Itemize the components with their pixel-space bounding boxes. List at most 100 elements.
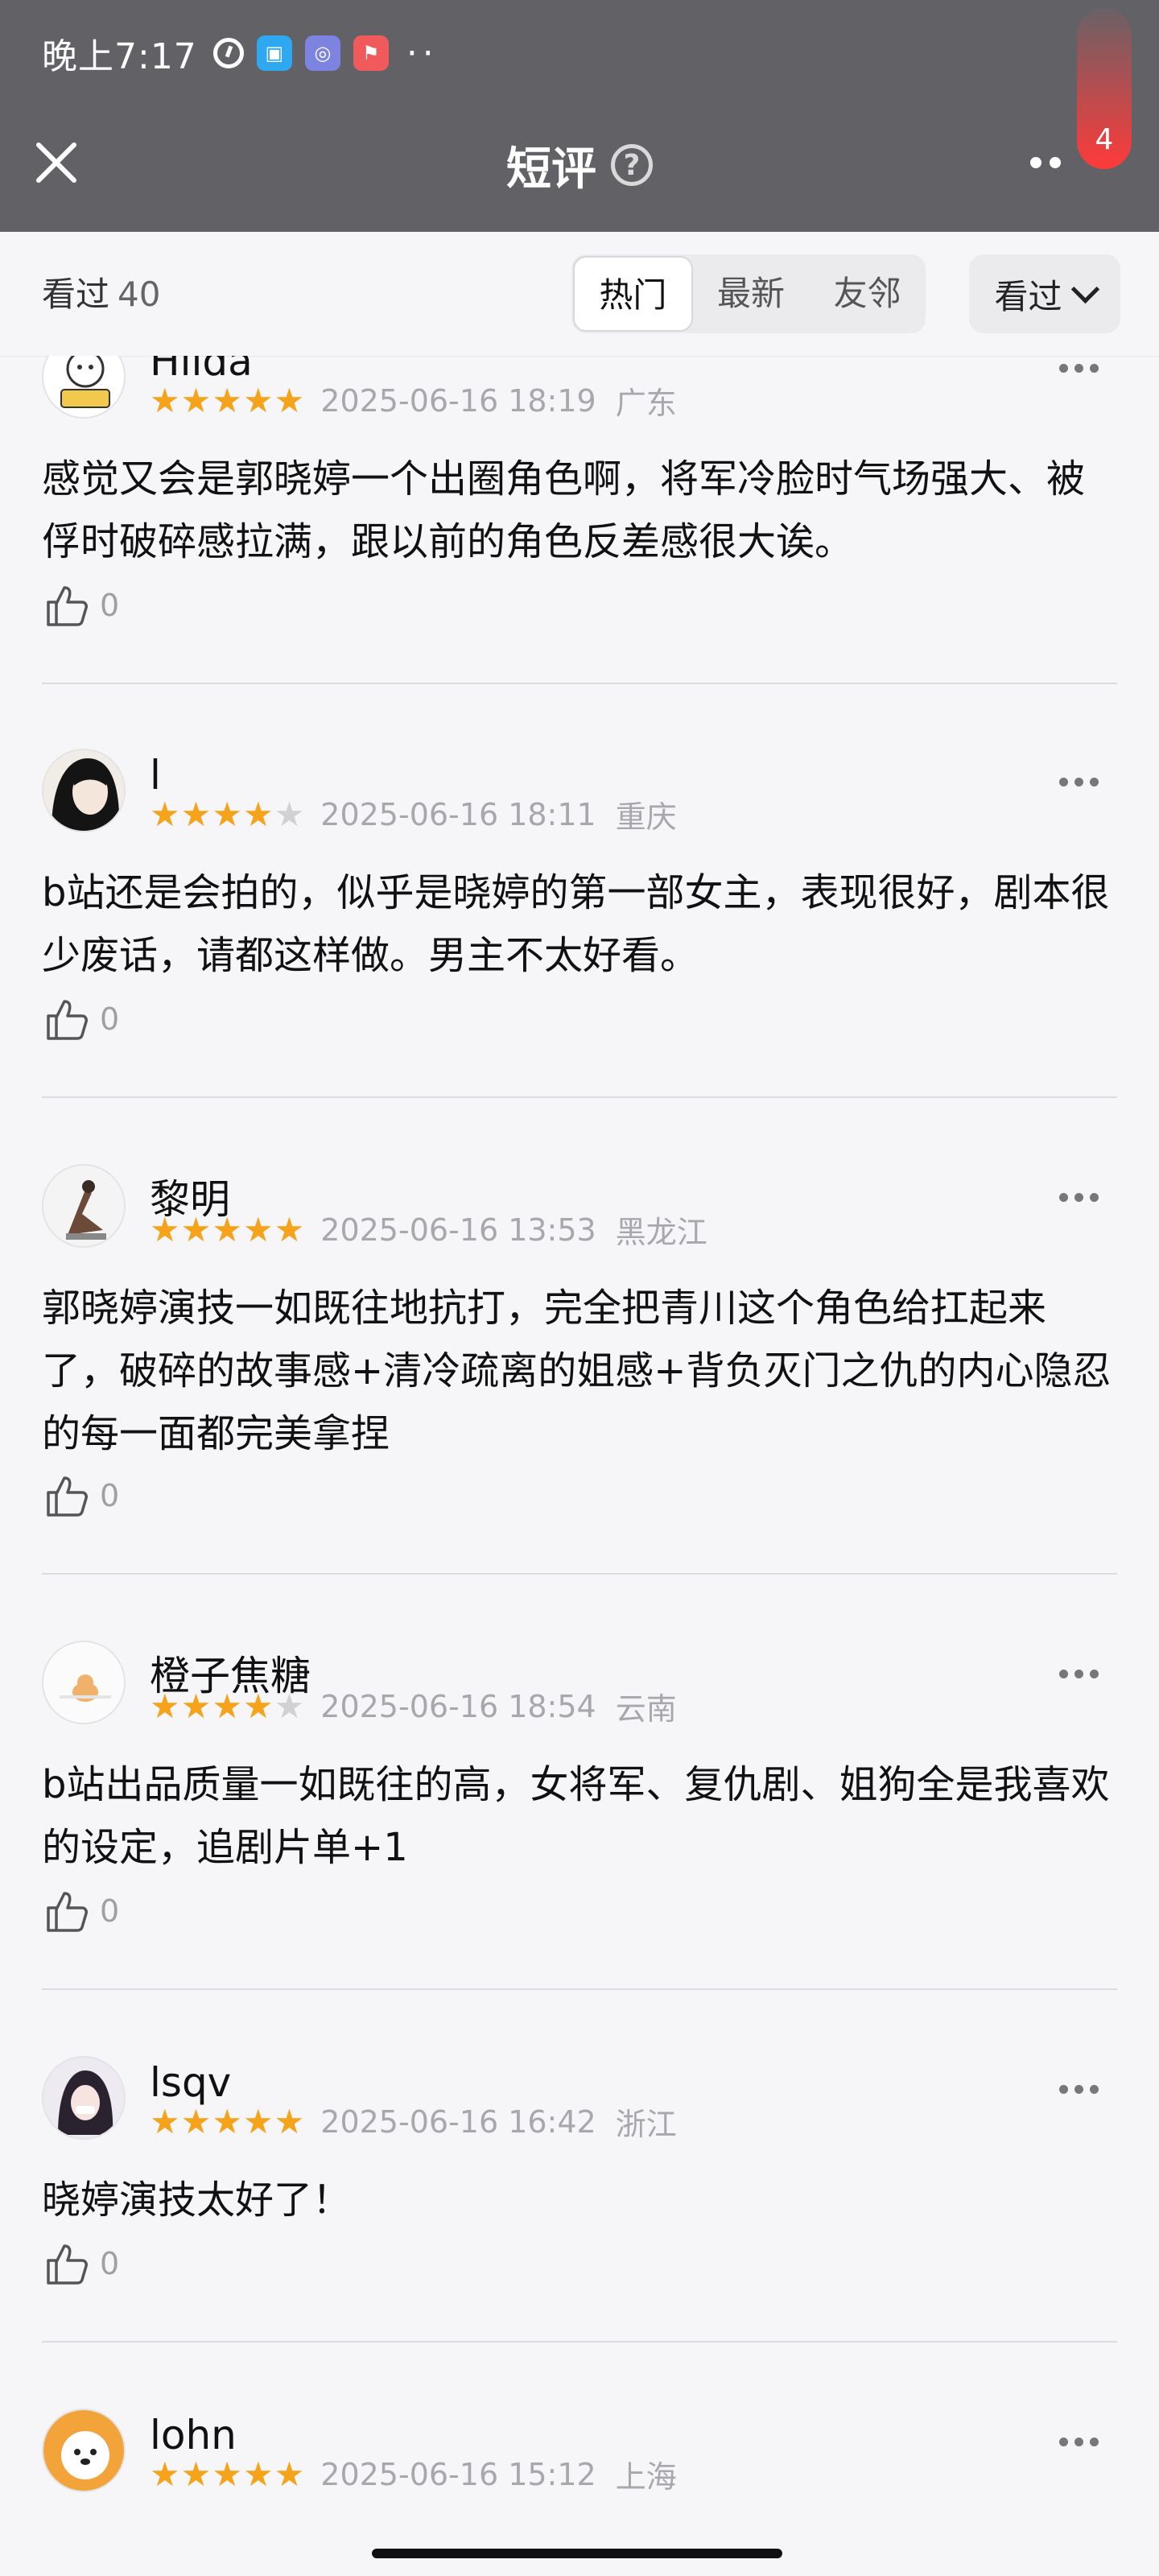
rating-stars: ★ ★ ★ ★ ★ bbox=[150, 1686, 305, 1726]
thumbs-up-icon bbox=[47, 2244, 88, 2285]
like-count: 0 bbox=[100, 1893, 120, 1929]
star-filled-icon: ★ bbox=[212, 1209, 242, 1249]
like-count: 0 bbox=[100, 588, 120, 623]
star-filled-icon: ★ bbox=[150, 2454, 180, 2494]
divider bbox=[42, 683, 1117, 684]
star-filled-icon: ★ bbox=[212, 794, 242, 834]
avatar[interactable] bbox=[42, 749, 126, 832]
like-button[interactable]: 0 bbox=[42, 1472, 119, 1520]
star-filled-icon: ★ bbox=[242, 1686, 274, 1726]
star-filled-icon: ★ bbox=[150, 2101, 180, 2141]
tab-hot[interactable]: 热门 bbox=[573, 256, 693, 332]
review-region: 上海 bbox=[615, 2459, 677, 2495]
avatar[interactable] bbox=[42, 1164, 126, 1248]
star-filled-icon: ★ bbox=[212, 1686, 242, 1726]
tab-friends[interactable]: 友邻 bbox=[809, 256, 926, 332]
tab-latest[interactable]: 最新 bbox=[693, 256, 810, 332]
star-filled-icon: ★ bbox=[180, 1209, 212, 1249]
alarm-icon bbox=[212, 38, 244, 68]
rating-stars: ★ ★ ★ ★ ★ bbox=[150, 380, 305, 420]
review-region: 浙江 bbox=[615, 2107, 677, 2142]
star-filled-icon: ★ bbox=[150, 794, 180, 834]
avatar-puppy-image bbox=[43, 2410, 124, 2491]
review-content: b站出品质量一如既往的高，女将军、复仇剧、姐狗全是我喜欢的设定，追剧片单+1 bbox=[42, 1762, 1110, 1870]
like-button[interactable]: 0 bbox=[42, 581, 119, 630]
star-filled-icon: ★ bbox=[180, 380, 212, 420]
star-filled-icon: ★ bbox=[150, 1209, 180, 1249]
star-filled-icon: ★ bbox=[242, 1209, 274, 1249]
star-filled-icon: ★ bbox=[180, 2454, 212, 2494]
rating-stars: ★ ★ ★ ★ ★ bbox=[150, 1209, 304, 1249]
flag-app-icon: ⚑ bbox=[353, 35, 389, 71]
review-more-button[interactable] bbox=[1059, 2429, 1107, 2454]
filter-bar: 看过 40 热门 最新 友邻 看过 bbox=[0, 232, 1159, 357]
seen-dropdown-label: 看过 bbox=[994, 276, 1062, 316]
star-empty-icon: ★ bbox=[274, 1686, 305, 1726]
star-filled-icon: ★ bbox=[150, 1686, 180, 1726]
star-filled-icon: ★ bbox=[242, 380, 274, 420]
avatar-cartoon-image bbox=[43, 356, 124, 417]
rating-stars: ★ ★ ★ ★ ★ bbox=[150, 794, 304, 834]
star-filled-icon: ★ bbox=[212, 2101, 242, 2141]
rating-stars: ★ ★ ★ ★ ★ bbox=[150, 2101, 305, 2141]
like-button[interactable]: 0 bbox=[42, 995, 119, 1043]
divider bbox=[42, 1988, 1117, 1990]
review-more-button[interactable] bbox=[1059, 770, 1107, 794]
review-region: 重庆 bbox=[615, 799, 677, 835]
seen-count-number: 40 bbox=[118, 275, 161, 314]
home-indicator[interactable] bbox=[372, 2549, 782, 2558]
status-bar: 晚上7:17 ▣ ◎ ⚑ ·· bbox=[42, 29, 439, 78]
avatar-figure-image bbox=[43, 1166, 124, 1246]
review-more-button[interactable] bbox=[1059, 1185, 1107, 1209]
avatar-girl-image bbox=[43, 2058, 124, 2138]
divider bbox=[42, 1573, 1117, 1575]
review-more-button[interactable] bbox=[1059, 2077, 1107, 2101]
like-button[interactable]: 0 bbox=[42, 2240, 119, 2288]
top-bar: 晚上7:17 ▣ ◎ ⚑ ·· 短评 ? 4 bbox=[0, 0, 1159, 232]
thumbs-up-icon bbox=[47, 586, 88, 626]
avatar[interactable] bbox=[42, 2056, 126, 2140]
avatar-portrait-image bbox=[43, 750, 124, 831]
like-count: 0 bbox=[100, 1478, 120, 1513]
sort-segmented-control: 热门 最新 友邻 bbox=[571, 254, 926, 333]
avatar[interactable] bbox=[42, 1641, 126, 1724]
review-datetime: 2025-06-16 18:11 bbox=[320, 796, 596, 832]
review-content: b站还是会拍的，似乎是晓婷的第一部女主，表现很好，剧本很少废话，请都这样做。男主… bbox=[42, 870, 1110, 978]
review-datetime: 2025-06-16 18:54 bbox=[320, 1688, 596, 1724]
star-filled-icon: ★ bbox=[242, 2101, 274, 2141]
like-button[interactable]: 0 bbox=[42, 1887, 119, 1935]
review-region: 黑龙江 bbox=[615, 1215, 707, 1250]
star-filled-icon: ★ bbox=[212, 380, 242, 420]
review-datetime: 2025-06-16 13:53 bbox=[320, 1212, 596, 1248]
review-region: 云南 bbox=[615, 1691, 677, 1727]
star-filled-icon: ★ bbox=[242, 2454, 274, 2494]
review-content: 感觉又会是郭晓婷一个出圈角色啊，将军冷脸时气场强大、被俘时破碎感拉满，跟以前的角… bbox=[42, 456, 1086, 564]
review-more-button[interactable] bbox=[1059, 1662, 1107, 1686]
dot bbox=[1050, 157, 1061, 168]
star-filled-icon: ★ bbox=[242, 794, 274, 834]
seen-status-dropdown[interactable]: 看过 bbox=[969, 254, 1120, 333]
status-time: 晚上7:17 bbox=[42, 36, 197, 77]
thumbs-up-icon bbox=[47, 1476, 88, 1517]
star-filled-icon: ★ bbox=[274, 2454, 305, 2494]
review-more-button[interactable] bbox=[1059, 356, 1107, 380]
thumbs-up-icon bbox=[47, 1892, 88, 1932]
status-more-dots: ·· bbox=[406, 32, 439, 74]
page-title: 短评 bbox=[506, 142, 596, 196]
page-title-wrap: 短评 ? bbox=[0, 129, 1159, 201]
review-datetime: 2025-06-16 18:19 bbox=[320, 382, 596, 419]
star-filled-icon: ★ bbox=[180, 1686, 212, 1726]
star-filled-icon: ★ bbox=[274, 380, 305, 420]
like-count: 0 bbox=[100, 2246, 120, 2281]
review-list[interactable]: Hilda ★ ★ ★ ★ ★ 2025-06-16 18:19 广东 感觉又会是郭晓婷… bbox=[0, 356, 1159, 2521]
star-filled-icon: ★ bbox=[274, 2101, 305, 2141]
star-filled-icon: ★ bbox=[150, 380, 180, 420]
avatar[interactable] bbox=[42, 356, 126, 419]
review-content: 郭晓婷演技一如既往地抗打，完全把青川这个角色给扛起来了，破碎的故事感+清冷疏离的… bbox=[42, 1286, 1112, 1456]
avatar-dog-image bbox=[43, 1642, 124, 1723]
review-datetime: 2025-06-16 16:42 bbox=[320, 2103, 596, 2140]
star-filled-icon: ★ bbox=[180, 2101, 212, 2141]
avatar[interactable] bbox=[42, 2409, 126, 2492]
help-icon[interactable]: ? bbox=[611, 144, 653, 186]
divider bbox=[42, 1096, 1117, 1098]
